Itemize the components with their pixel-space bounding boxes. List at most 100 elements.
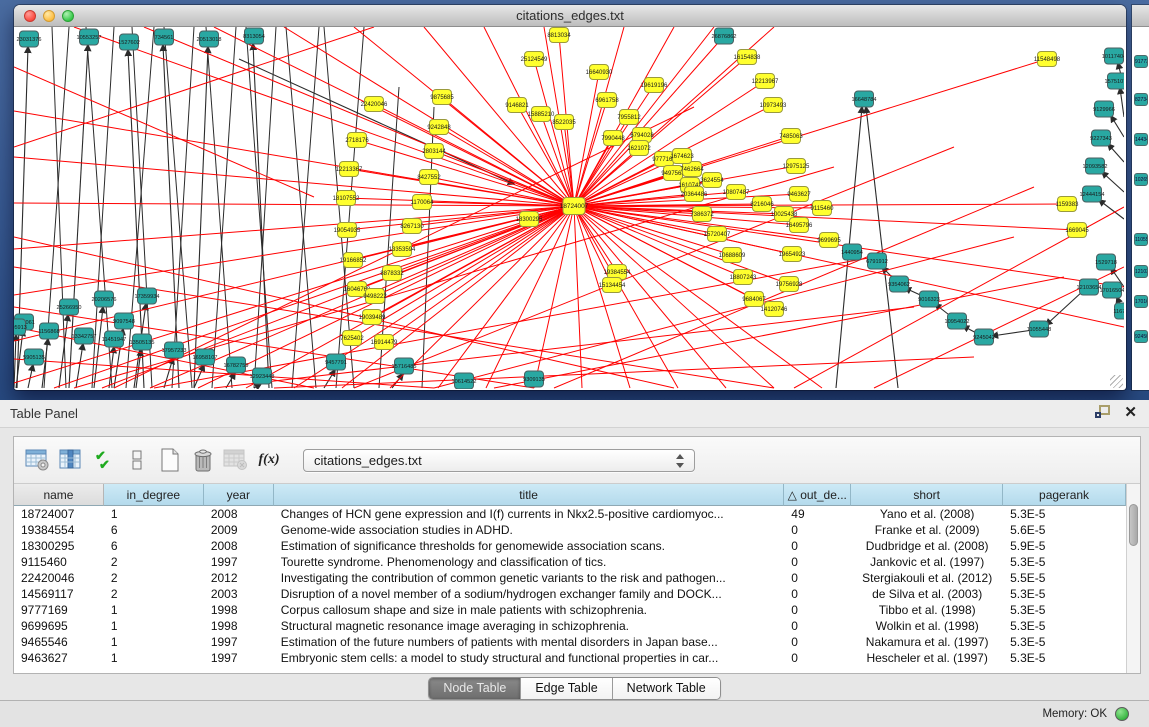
network-view-window[interactable]: citations_edges.txt 23031376105532571527… [14, 5, 1126, 390]
network-node-teal[interactable]: 9245042 [973, 329, 995, 345]
network-node-yellow[interactable]: 11548498 [1034, 52, 1061, 67]
network-node-yellow[interactable]: 9463627 [787, 187, 811, 202]
network-node-teal[interactable]: 10117404 [1102, 48, 1124, 64]
network-node-yellow[interactable]: 9498222 [363, 289, 387, 304]
column-header-pagerank[interactable]: pagerank [1003, 484, 1126, 506]
delete-row-button[interactable] [188, 445, 218, 475]
tab-node-table[interactable]: Node Table [429, 678, 521, 699]
network-node-yellow[interactable]: 19054935 [334, 223, 361, 238]
table-row[interactable]: 911546021997Tourette syndrome. Phenomeno… [14, 554, 1126, 570]
network-node-yellow[interactable]: 6961758 [595, 93, 619, 108]
network-node-yellow[interactable]: 16495796 [786, 218, 813, 233]
network-node-teal[interactable]: 11055448 [1027, 321, 1051, 337]
table-row[interactable]: 977716911998Corpus callosum shape and si… [14, 602, 1126, 618]
close-panel-icon[interactable]: ✕ [1124, 405, 1137, 420]
network-node-teal[interactable]: 23031376 [17, 31, 42, 47]
network-node-teal[interactable]: 11451947 [102, 331, 126, 347]
network-node-teal[interactable]: 1440954 [841, 244, 863, 260]
network-node-teal[interactable]: 9457791 [325, 354, 347, 370]
network-window-titlebar[interactable]: citations_edges.txt [14, 5, 1126, 27]
new-table-button[interactable] [155, 445, 185, 475]
network-node-teal[interactable]: 10614522 [452, 373, 477, 389]
network-node-yellow[interactable]: 1674623 [670, 149, 694, 164]
network-node-yellow[interactable]: 7386372 [690, 207, 714, 222]
network-node-yellow[interactable]: 1669045 [1065, 223, 1089, 238]
network-node-teal[interactable]: 12923448 [250, 368, 275, 384]
network-node-teal[interactable]: 20206576 [92, 291, 117, 307]
table-row[interactable]: 1872400712008Changes of HCN gene express… [14, 506, 1126, 522]
network-node-yellow[interactable]: 10973493 [760, 98, 787, 113]
network-node-yellow[interactable]: 7625402 [340, 331, 364, 346]
network-node-yellow[interactable]: 12213967 [752, 74, 779, 89]
network-node-yellow[interactable]: 9115460 [811, 201, 835, 216]
network-node-teal[interactable]: 1527602 [118, 34, 140, 50]
network-node-yellow[interactable]: 25124549 [521, 52, 548, 67]
network-node-yellow[interactable]: 19756928 [776, 277, 803, 292]
network-node-teal[interactable]: 1529718 [1095, 254, 1117, 270]
network-node-teal[interactable]: 9354062 [888, 276, 910, 292]
table-row[interactable]: 1456911722003Disruption of a novel membe… [14, 586, 1126, 602]
network-node-yellow[interactable]: 7990448 [601, 131, 625, 146]
network-node-teal[interactable]: 12103654 [1077, 279, 1102, 295]
column-header-short[interactable]: short [851, 484, 1003, 506]
network-node-teal[interactable]: 20513018 [197, 31, 222, 47]
citation-network-graph[interactable]: 2303137610553257152760273456120513018831… [14, 27, 1124, 389]
network-node-teal[interactable]: 9305913 [14, 319, 27, 335]
network-node-yellow[interactable]: 8878332 [380, 266, 404, 281]
network-node-teal[interactable]: 16648784 [852, 91, 877, 107]
network-node-yellow[interactable]: 9875685 [430, 90, 454, 105]
network-node-teal[interactable]: 12093582 [1083, 158, 1108, 174]
network-node-yellow[interactable]: 9684067 [742, 292, 766, 307]
network-node-teal[interactable]: 16958107 [193, 349, 218, 365]
column-header-title[interactable]: title [274, 484, 785, 506]
network-node-teal[interactable]: 1156868 [38, 323, 59, 339]
network-node-teal[interactable]: 8313054 [243, 28, 265, 44]
network-node-yellow[interactable]: 8427552 [417, 170, 441, 185]
network-node-yellow[interactable]: 1621072 [627, 141, 651, 156]
network-node-yellow[interactable]: 18300295 [516, 212, 543, 227]
network-node-teal[interactable]: 10954022 [945, 313, 970, 329]
table-row[interactable]: 969969511998Structural magnetic resonanc… [14, 618, 1126, 634]
column-header-name[interactable]: name [14, 484, 104, 506]
network-node-teal[interactable]: 17016504 [1100, 282, 1124, 298]
table-settings-button[interactable] [23, 445, 53, 475]
network-node-teal[interactable]: 9016323 [918, 291, 940, 307]
network-node-teal[interactable]: 9309135 [523, 371, 545, 387]
function-builder-button[interactable]: f(x) [254, 445, 284, 475]
network-node-teal[interactable]: 9227343 [1090, 130, 1112, 146]
network-node-teal[interactable]: 13505135 [130, 334, 155, 350]
network-node-yellow[interactable]: 9699695 [817, 233, 841, 248]
network-node-teal[interactable]: 17359934 [135, 288, 160, 304]
select-all-button[interactable]: ✔✔ [89, 445, 119, 475]
network-node-teal[interactable]: 1167533 [1113, 303, 1124, 319]
network-node-teal[interactable]: 13342757 [72, 328, 97, 344]
network-node-yellow[interactable]: 9242848 [427, 120, 451, 135]
column-header-in-degree[interactable]: in_degree [104, 484, 204, 506]
table-scrollbar-thumb[interactable] [1129, 504, 1138, 546]
network-canvas[interactable]: 2303137610553257152760273456120513018831… [14, 27, 1124, 389]
table-row[interactable]: 1830029562008Estimation of significance … [14, 538, 1126, 554]
tab-edge-table[interactable]: Edge Table [521, 678, 612, 699]
network-node-yellow[interactable]: 14120746 [761, 302, 788, 317]
float-panel-icon[interactable] [1095, 405, 1111, 420]
network-node-teal[interactable]: 6791912 [866, 253, 888, 269]
tab-network-table[interactable]: Network Table [613, 678, 720, 699]
network-node-teal[interactable]: 17957233 [162, 342, 187, 358]
table-scrollbar[interactable] [1126, 484, 1140, 673]
network-node-yellow[interactable]: 8216046 [750, 197, 774, 212]
network-node-teal[interactable]: 15751074 [1105, 73, 1124, 89]
network-node-yellow[interactable]: 18107552 [333, 191, 360, 206]
network-node-yellow[interactable]: 12213367 [336, 162, 363, 177]
network-node-yellow[interactable]: 8813034 [547, 28, 571, 43]
network-node-yellow[interactable]: 19654923 [779, 247, 806, 262]
network-node-hub[interactable]: 18724007 [560, 198, 589, 215]
network-node-yellow[interactable]: 8267130 [400, 219, 424, 234]
table-row[interactable]: 2242004622012Investigating the contribut… [14, 570, 1126, 586]
table-row[interactable]: 946554611997Estimation of the future num… [14, 634, 1126, 650]
table-selector-dropdown[interactable]: citations_edges.txt [303, 449, 695, 472]
network-node-yellow[interactable]: 16640930 [586, 65, 613, 80]
network-node-yellow[interactable]: 3624554 [700, 173, 724, 188]
network-node-teal[interactable]: 9097548 [113, 313, 135, 329]
network-node-teal[interactable]: 25266950 [57, 299, 82, 315]
network-node-teal[interactable]: 734561 [155, 29, 174, 45]
